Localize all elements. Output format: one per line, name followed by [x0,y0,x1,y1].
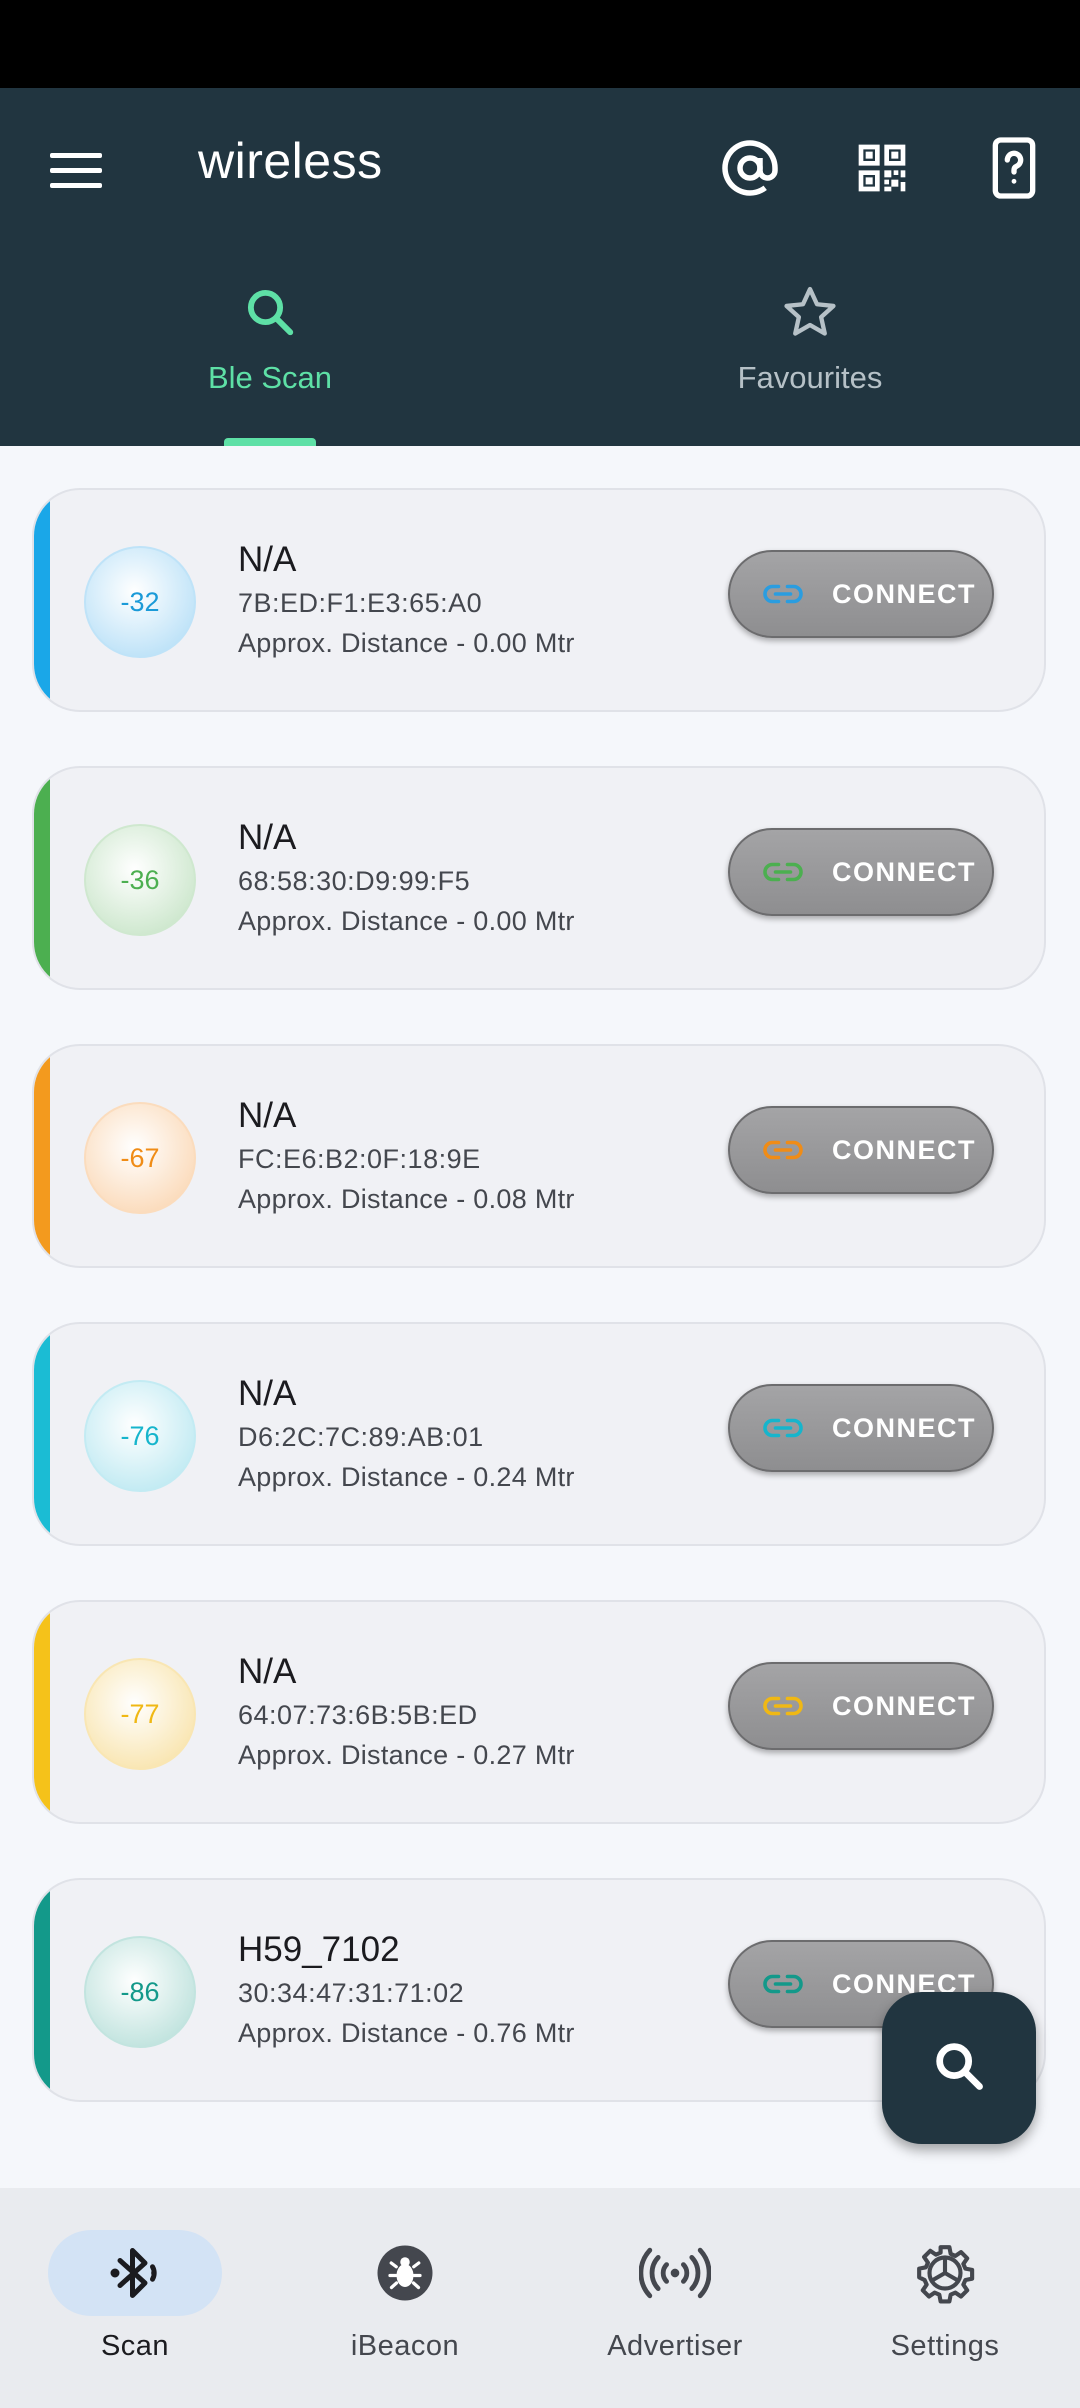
link-icon [762,1972,804,1996]
device-card[interactable]: -67 N/A FC:E6:B2:0F:18:9E Approx. Distan… [32,1044,1046,1268]
connect-label: CONNECT [832,856,976,887]
beacon-bug-icon [318,2230,492,2316]
device-mac: FC:E6:B2:0F:18:9E [238,1144,481,1174]
device-name: N/A [238,1096,297,1135]
link-icon [762,1694,804,1718]
device-help-icon[interactable] [972,126,1056,210]
device-distance: Approx. Distance - 0.76 Mtr [238,2018,575,2048]
rssi-badge: -32 [84,546,196,658]
nav-item-ibeacon[interactable]: iBeacon [270,2188,540,2408]
connect-label: CONNECT [832,578,976,609]
broadcast-icon [588,2230,762,2316]
card-accent [34,1046,50,1266]
menu-icon[interactable] [36,130,116,210]
scan-fab-button[interactable] [882,1992,1036,2144]
rssi-badge: -36 [84,824,196,936]
device-card[interactable]: -77 N/A 64:07:73:6B:5B:ED Approx. Distan… [32,1600,1046,1824]
card-accent [34,490,50,710]
nav-item-settings[interactable]: Settings [810,2188,1080,2408]
connect-label: CONNECT [832,1412,976,1443]
device-mac: D6:2C:7C:89:AB:01 [238,1422,484,1452]
connect-button[interactable]: CONNECT [728,1384,994,1472]
device-distance: Approx. Distance - 0.00 Mtr [238,628,575,658]
rssi-badge: -77 [84,1658,196,1770]
tab-bar: Ble Scan Favourites [0,274,1080,446]
device-distance: Approx. Distance - 0.00 Mtr [238,906,575,936]
connect-label: CONNECT [832,1134,976,1165]
connect-button[interactable]: CONNECT [728,1662,994,1750]
card-accent [34,768,50,988]
rssi-badge: -86 [84,1936,196,2048]
app-bar: wireless Ble Scan Favourites [0,88,1080,446]
rssi-badge: -76 [84,1380,196,1492]
tab-ble-scan[interactable]: Ble Scan [0,274,540,446]
device-name: N/A [238,818,297,857]
search-icon [930,2037,988,2100]
device-distance: Approx. Distance - 0.27 Mtr [238,1740,575,1770]
device-distance: Approx. Distance - 0.24 Mtr [238,1462,575,1492]
card-accent [34,1602,50,1822]
status-bar [0,0,1080,88]
link-icon [762,1138,804,1162]
device-name: H59_7102 [238,1930,400,1969]
link-icon [762,582,804,606]
at-sign-icon[interactable] [708,126,792,210]
link-icon [762,860,804,884]
device-mac: 64:07:73:6B:5B:ED [238,1700,478,1730]
device-name: N/A [238,540,297,579]
card-accent [34,1324,50,1544]
bluetooth-scan-icon [48,2230,222,2316]
device-list: -32 N/A 7B:ED:F1:E3:65:A0 Approx. Distan… [0,446,1080,2188]
tab-favourites[interactable]: Favourites [540,274,1080,446]
settings-gear-icon [858,2230,1032,2316]
nav-item-scan[interactable]: Scan [0,2188,270,2408]
bottom-nav: Scan iBeacon Advertiser Settings [0,2188,1080,2408]
tab-indicator [224,438,316,446]
link-icon [762,1416,804,1440]
rssi-badge: -67 [84,1102,196,1214]
nav-label: Settings [890,2330,1000,2362]
device-mac: 30:34:47:31:71:02 [238,1978,465,2008]
device-card[interactable]: -76 N/A D6:2C:7C:89:AB:01 Approx. Distan… [32,1322,1046,1546]
tab-label: Ble Scan [207,360,333,395]
connect-button[interactable]: CONNECT [728,550,994,638]
connect-button[interactable]: CONNECT [728,1106,994,1194]
device-name: N/A [238,1652,297,1691]
device-distance: Approx. Distance - 0.08 Mtr [238,1184,575,1214]
star-icon [781,282,839,342]
device-name: N/A [238,1374,297,1413]
device-mac: 7B:ED:F1:E3:65:A0 [238,588,483,618]
connect-button[interactable]: CONNECT [728,828,994,916]
nav-item-advertiser[interactable]: Advertiser [540,2188,810,2408]
device-card[interactable]: -36 N/A 68:58:30:D9:99:F5 Approx. Distan… [32,766,1046,990]
device-card[interactable]: -32 N/A 7B:ED:F1:E3:65:A0 Approx. Distan… [32,488,1046,712]
device-mac: 68:58:30:D9:99:F5 [238,866,471,896]
nav-label: iBeacon [350,2330,460,2362]
tab-label: Favourites [737,360,883,395]
connect-label: CONNECT [832,1690,976,1721]
card-accent [34,1880,50,2100]
app-title: wireless [198,133,383,189]
nav-label: Scan [100,2330,170,2362]
search-icon [243,282,297,342]
qr-code-icon[interactable] [840,126,924,210]
nav-label: Advertiser [607,2330,743,2362]
